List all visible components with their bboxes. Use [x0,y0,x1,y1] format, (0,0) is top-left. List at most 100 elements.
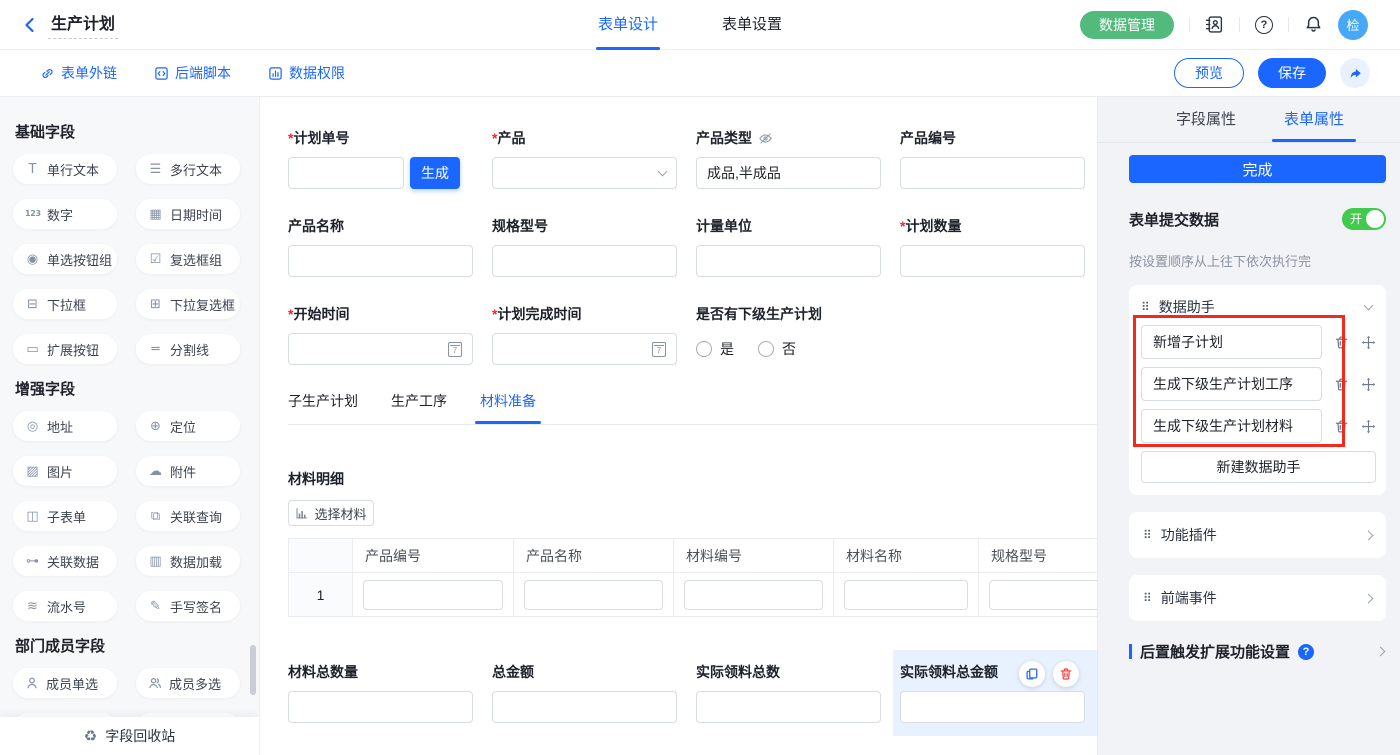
field-unit[interactable]: 计量单位 [696,218,881,277]
move-assistant-handle[interactable] [1361,419,1376,434]
form-external-link-button[interactable]: 表单外链 [40,63,117,83]
field-pill-linked-query[interactable]: ⧉关联查询 [136,501,240,531]
field-pill-subform[interactable]: ◫子表单 [13,501,117,531]
field-pill-dropdown[interactable]: ⊟下拉框 [13,289,117,319]
cell-material-name-input[interactable] [844,580,968,610]
field-pill-data-load[interactable]: ▥数据加载 [136,546,240,576]
field-total-amount[interactable]: 总金额 [492,664,677,723]
form-submit-data-toggle[interactable]: 开 [1342,208,1386,230]
finish-time-input[interactable]: 7 [492,333,677,365]
field-pill-number[interactable]: 123数字 [13,199,117,229]
product-type-input[interactable]: 成品,半成品 [696,157,881,189]
field-pill-radio-group[interactable]: ◉单选按钮组 [13,244,117,274]
field-pill-extend-button[interactable]: ▭扩展按钮 [13,334,117,364]
sidebar-scrollbar[interactable] [250,645,256,695]
subtab-sub-production-plan[interactable]: 子生产计划 [288,391,358,424]
post-trigger-settings-row[interactable]: 后置触发扩展功能设置 ? [1129,641,1386,662]
field-product[interactable]: *产品 [492,130,677,189]
drag-handle-icon[interactable]: ⠿ [1143,528,1152,542]
assistant-item-new-sub-plan[interactable]: 新增子计划 [1141,325,1322,359]
product-name-input[interactable] [288,245,473,277]
start-time-input[interactable]: 7 [288,333,473,365]
tab-form-design[interactable]: 表单设计 [598,0,658,50]
spec-model-input[interactable] [492,245,677,277]
field-pill-linked-data[interactable]: ⊶关联数据 [13,546,117,576]
data-manage-button[interactable]: 数据管理 [1080,11,1174,39]
drag-handle-icon[interactable]: ⠿ [1141,300,1150,314]
actual-issue-qty-input[interactable] [696,691,881,723]
cell-product-code-input[interactable] [363,580,503,610]
product-select[interactable] [492,157,677,189]
actual-issue-amount-input[interactable] [900,691,1085,723]
copy-field-button[interactable] [1019,661,1045,687]
field-actual-issue-qty[interactable]: 实际领料总数 [696,664,881,723]
tab-field-properties[interactable]: 字段属性 [1176,97,1236,142]
unit-input[interactable] [696,245,881,277]
field-product-type[interactable]: 产品类型 成品,半成品 [696,130,881,189]
cell-spec-model-input[interactable] [989,580,1097,610]
field-product-name[interactable]: 产品名称 [288,218,473,277]
help-icon[interactable]: ? [1255,16,1273,34]
select-material-button[interactable]: 选择材料 [288,500,374,526]
field-pill-dropdown-multi[interactable]: ⊞下拉复选框 [136,289,240,319]
chevron-down-icon[interactable] [1364,301,1374,311]
new-data-assistant-button[interactable]: 新建数据助手 [1141,451,1376,483]
field-pill-locate[interactable]: ⊕定位 [136,411,240,441]
move-assistant-handle[interactable] [1361,377,1376,392]
generate-button[interactable]: 生成 [410,157,460,189]
data-permission-button[interactable]: 数据权限 [268,63,345,83]
product-code-input[interactable] [900,157,1085,189]
field-pill-address[interactable]: ◎地址 [13,411,117,441]
cell-material-code-input[interactable] [684,580,823,610]
total-amount-input[interactable] [492,691,677,723]
subtab-material-preparation[interactable]: 材料准备 [480,391,536,424]
frontend-events-card[interactable]: ⠿ 前端事件 [1129,575,1386,621]
field-pill-serial-number[interactable]: ≋流水号 [13,591,117,621]
notification-bell-icon[interactable] [1304,15,1323,34]
share-button[interactable] [1340,58,1370,88]
cell-product-name-input[interactable] [524,580,663,610]
save-button[interactable]: 保存 [1258,58,1326,88]
field-pill-single-line-text[interactable]: T单行文本 [13,154,117,184]
field-pill-image[interactable]: ▨图片 [13,456,117,486]
help-badge-icon[interactable]: ? [1298,644,1314,660]
field-product-code[interactable]: 产品编号 [900,130,1085,189]
radio-option-no[interactable]: 否 [758,339,796,359]
field-start-time[interactable]: *开始时间 7 [288,306,473,365]
field-pill-datetime[interactable]: ▦日期时间 [136,199,240,229]
material-total-qty-input[interactable] [288,691,473,723]
tab-form-settings[interactable]: 表单设置 [722,0,782,50]
delete-field-button[interactable] [1053,661,1079,687]
radio-option-yes[interactable]: 是 [696,339,734,359]
field-pill-member-single[interactable]: 成员单选 [13,668,117,698]
assistant-item-generate-process[interactable]: 生成下级生产计划工序 [1141,367,1322,401]
delete-assistant-button[interactable] [1334,419,1349,434]
page-title[interactable]: 生产计划 [48,10,118,39]
avatar[interactable]: 检 [1338,10,1368,40]
delete-assistant-button[interactable] [1334,377,1349,392]
field-spec-model[interactable]: 规格型号 [492,218,677,277]
plan-number-input[interactable] [288,157,404,189]
function-plugins-card[interactable]: ⠿ 功能插件 [1129,512,1386,558]
field-recycle-bin[interactable]: ♻ 字段回收站 [0,717,259,755]
backend-script-button[interactable]: 后端脚本 [154,63,231,83]
plan-quantity-input[interactable] [900,245,1085,277]
field-pill-signature[interactable]: ✎手写签名 [136,591,240,621]
back-icon[interactable] [22,17,38,33]
subtab-production-process[interactable]: 生产工序 [391,391,447,424]
assistant-item-generate-material[interactable]: 生成下级生产计划材料 [1141,409,1322,443]
field-plan-number[interactable]: *计划单号 生成 [288,130,473,189]
field-pill-multi-line-text[interactable]: ☰多行文本 [136,154,240,184]
field-pill-checkbox-group[interactable]: ☑复选框组 [136,244,240,274]
field-actual-issue-amount-selected[interactable]: 实际领料总金额 [900,664,1085,723]
field-finish-time[interactable]: *计划完成时间 7 [492,306,677,365]
move-assistant-handle[interactable] [1361,335,1376,350]
field-plan-quantity[interactable]: *计划数量 [900,218,1085,277]
field-material-total-qty[interactable]: 材料总数量 [288,664,473,723]
field-pill-member-multi[interactable]: 成员多选 [136,668,240,698]
contacts-icon[interactable] [1205,15,1224,34]
field-pill-attachment[interactable]: ☁附件 [136,456,240,486]
preview-button[interactable]: 预览 [1174,58,1244,88]
tab-form-properties[interactable]: 表单属性 [1284,97,1344,142]
field-pill-divider-line[interactable]: ═分割线 [136,334,240,364]
